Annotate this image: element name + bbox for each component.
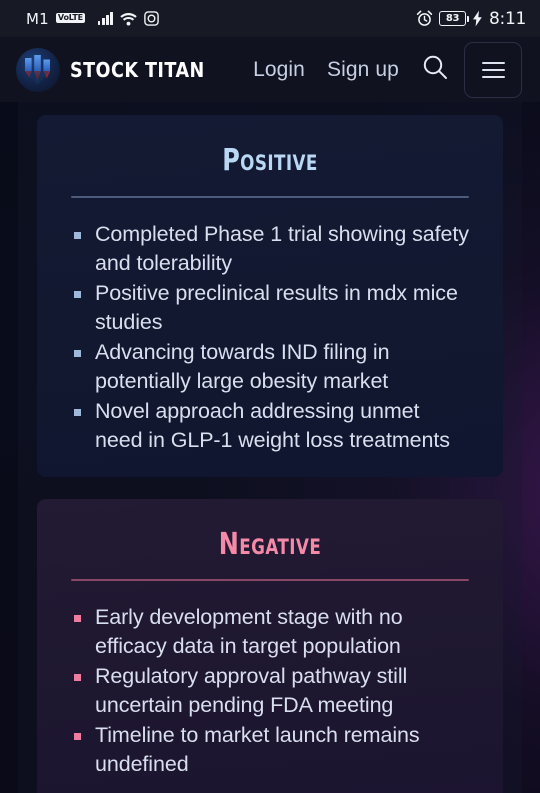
signup-link[interactable]: Sign up [327,58,399,82]
positive-card: Positive Completed Phase 1 trial showing… [37,115,503,477]
signal-bars-icon [97,12,113,25]
list-item: Advancing towards IND filing in potentia… [71,338,469,396]
login-link[interactable]: Login [253,58,305,82]
carrier-label: M1 [26,9,49,28]
battery-level-label: 83 [445,13,460,24]
status-bar-right: 83 8:11 [416,9,526,29]
search-button[interactable] [421,53,450,87]
list-item: Timeline to market launch remains undefi… [71,721,469,779]
stock-titan-logo-icon [16,47,60,92]
negative-card: Negative Early development stage with no… [37,498,503,793]
header-nav: Login Sign up [253,58,399,82]
charging-bolt-icon [472,10,483,27]
battery-indicator: 83 [439,11,470,26]
clock-label: 8:11 [489,8,526,29]
camera-icon [143,11,159,26]
hamburger-menu-icon [481,61,505,64]
brand-name-label: STOCK TITAN [70,57,205,82]
negative-card-divider [71,579,469,581]
hamburger-menu-button[interactable] [464,41,522,98]
wifi-icon [120,12,137,26]
list-item: Positive preclinical results in mdx mice… [71,279,469,337]
page-content: Positive Completed Phase 1 trial showing… [0,102,540,793]
volte-badge: VoLTE [55,12,85,23]
positive-card-divider [71,195,469,198]
alarm-clock-icon [416,10,433,27]
negative-bullet-list: Early development stage with no efficacy… [71,603,469,779]
list-item: Regulatory approval pathway still uncert… [71,662,469,720]
list-item: Completed Phase 1 trial showing safety a… [71,220,469,278]
list-item: Novel approach addressing unmet need in … [71,397,469,455]
brand-home-link[interactable]: STOCK TITAN [16,47,223,92]
site-header: STOCK TITAN Login Sign up [0,37,540,102]
negative-card-title: Negative [218,526,322,562]
content-container: Positive Completed Phase 1 trial showing… [18,102,522,793]
list-item: Early development stage with no efficacy… [71,603,469,661]
status-bar: M1 VoLTE 83 8:11 [0,0,540,37]
positive-card-title: Positive [222,143,318,178]
positive-bullet-list: Completed Phase 1 trial showing safety a… [71,220,469,455]
status-bar-left: M1 VoLTE [26,10,159,28]
search-icon [421,53,449,86]
